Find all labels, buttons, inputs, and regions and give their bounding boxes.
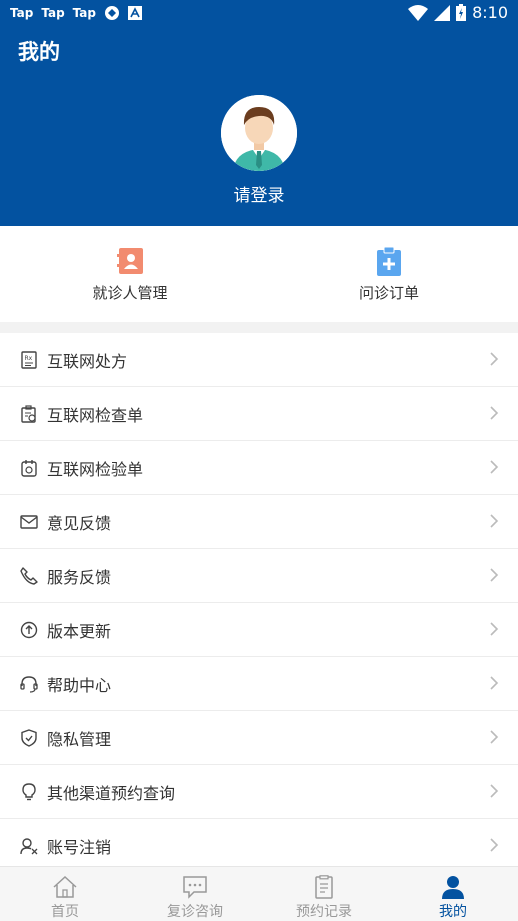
menu-item-feedback[interactable]: 意见反馈 xyxy=(0,495,518,549)
avatar[interactable] xyxy=(221,95,297,171)
headset-icon xyxy=(20,675,38,693)
upload-icon xyxy=(20,621,38,638)
svg-text:Rx: Rx xyxy=(25,355,33,362)
page-title: 我的 xyxy=(18,40,60,64)
menu-item-label: 其他渠道预约查询 xyxy=(47,783,176,803)
tab-label: 首页 xyxy=(51,904,79,920)
status-bar: Tap Tap Tap 8:10 xyxy=(0,0,518,26)
tab-home[interactable]: 首页 xyxy=(0,875,130,921)
tab-label: 复诊咨询 xyxy=(167,904,223,920)
user-remove-icon xyxy=(20,837,38,854)
app-a-icon xyxy=(127,6,142,20)
menu-item-label: 隐私管理 xyxy=(47,729,112,749)
chevron-right-icon xyxy=(490,460,499,474)
sync-icon xyxy=(104,6,119,20)
tab-label: 预约记录 xyxy=(296,904,352,920)
patient-management-button[interactable]: 就诊人管理 xyxy=(50,246,210,303)
chevron-right-icon xyxy=(490,352,499,366)
menu-item-lab-test[interactable]: 互联网检验单 xyxy=(0,441,518,495)
quick-actions: 就诊人管理 问诊订单 xyxy=(0,226,518,322)
battery-icon xyxy=(456,4,467,21)
tap-app-icon: Tap xyxy=(72,6,96,20)
login-link[interactable]: 请登录 xyxy=(0,181,518,206)
menu-item-label: 互联网检查单 xyxy=(47,405,144,425)
prescription-icon: Rx xyxy=(21,350,37,369)
consultation-orders-button[interactable]: 问诊订单 xyxy=(309,246,469,303)
chevron-right-icon xyxy=(490,568,499,582)
clock: 8:10 xyxy=(472,3,508,22)
menu-item-label: 账号注销 xyxy=(47,837,112,857)
tap-app-icon: Tap xyxy=(41,6,65,20)
menu-item-privacy[interactable]: 隐私管理 xyxy=(0,711,518,765)
clipboard-plus-icon xyxy=(377,246,401,276)
menu-item-exam-form[interactable]: 互联网检查单 xyxy=(0,387,518,441)
menu-item-label: 互联网检验单 xyxy=(47,459,144,479)
shield-icon xyxy=(21,728,37,747)
home-icon xyxy=(53,875,77,898)
menu-item-account-deletion[interactable]: 账号注销 xyxy=(0,819,518,873)
phone-icon xyxy=(20,566,38,585)
menu-item-label: 版本更新 xyxy=(47,621,112,641)
chevron-right-icon xyxy=(490,730,499,744)
exam-form-icon xyxy=(21,404,36,423)
profile-header: Tap Tap Tap 8:10 我的 请登录 xyxy=(0,0,518,226)
patient-management-label: 就诊人管理 xyxy=(92,284,168,302)
bottom-tab-bar: 首页 复诊咨询 预约记录 我的 xyxy=(0,866,518,921)
menu-item-version-update[interactable]: 版本更新 xyxy=(0,603,518,657)
menu-list: Rx 互联网处方 互联网检查单 互联网检验单 意见反馈 服务反馈 版本更新 帮助… xyxy=(0,333,518,873)
lab-test-icon xyxy=(21,459,37,477)
tap-app-icon: Tap xyxy=(10,6,34,20)
mail-icon xyxy=(20,514,38,529)
tab-follow-up[interactable]: 复诊咨询 xyxy=(130,875,260,921)
chat-icon xyxy=(183,876,207,899)
chevron-right-icon xyxy=(490,784,499,798)
menu-item-label: 意见反馈 xyxy=(47,513,112,533)
avatar-icon xyxy=(221,95,297,171)
tab-label: 我的 xyxy=(439,904,467,920)
menu-item-label: 互联网处方 xyxy=(47,351,128,371)
user-icon xyxy=(442,876,464,899)
document-icon xyxy=(315,875,333,899)
chevron-right-icon xyxy=(490,838,499,852)
chevron-right-icon xyxy=(490,676,499,690)
menu-item-service-feedback[interactable]: 服务反馈 xyxy=(0,549,518,603)
menu-item-other-channel-query[interactable]: 其他渠道预约查询 xyxy=(0,765,518,819)
chevron-right-icon xyxy=(490,406,499,420)
menu-item-label: 帮助中心 xyxy=(47,675,112,695)
bulb-icon xyxy=(22,782,36,800)
patient-card-icon xyxy=(117,248,143,274)
menu-item-label: 服务反馈 xyxy=(47,567,112,587)
menu-item-help-center[interactable]: 帮助中心 xyxy=(0,657,518,711)
tab-appointments[interactable]: 预约记录 xyxy=(259,875,389,921)
wifi-icon xyxy=(408,4,429,21)
chevron-right-icon xyxy=(490,514,499,528)
tab-mine[interactable]: 我的 xyxy=(388,875,518,921)
chevron-right-icon xyxy=(490,622,499,636)
menu-item-prescription[interactable]: Rx 互联网处方 xyxy=(0,333,518,387)
signal-icon xyxy=(434,4,451,21)
consultation-orders-label: 问诊订单 xyxy=(358,284,419,302)
